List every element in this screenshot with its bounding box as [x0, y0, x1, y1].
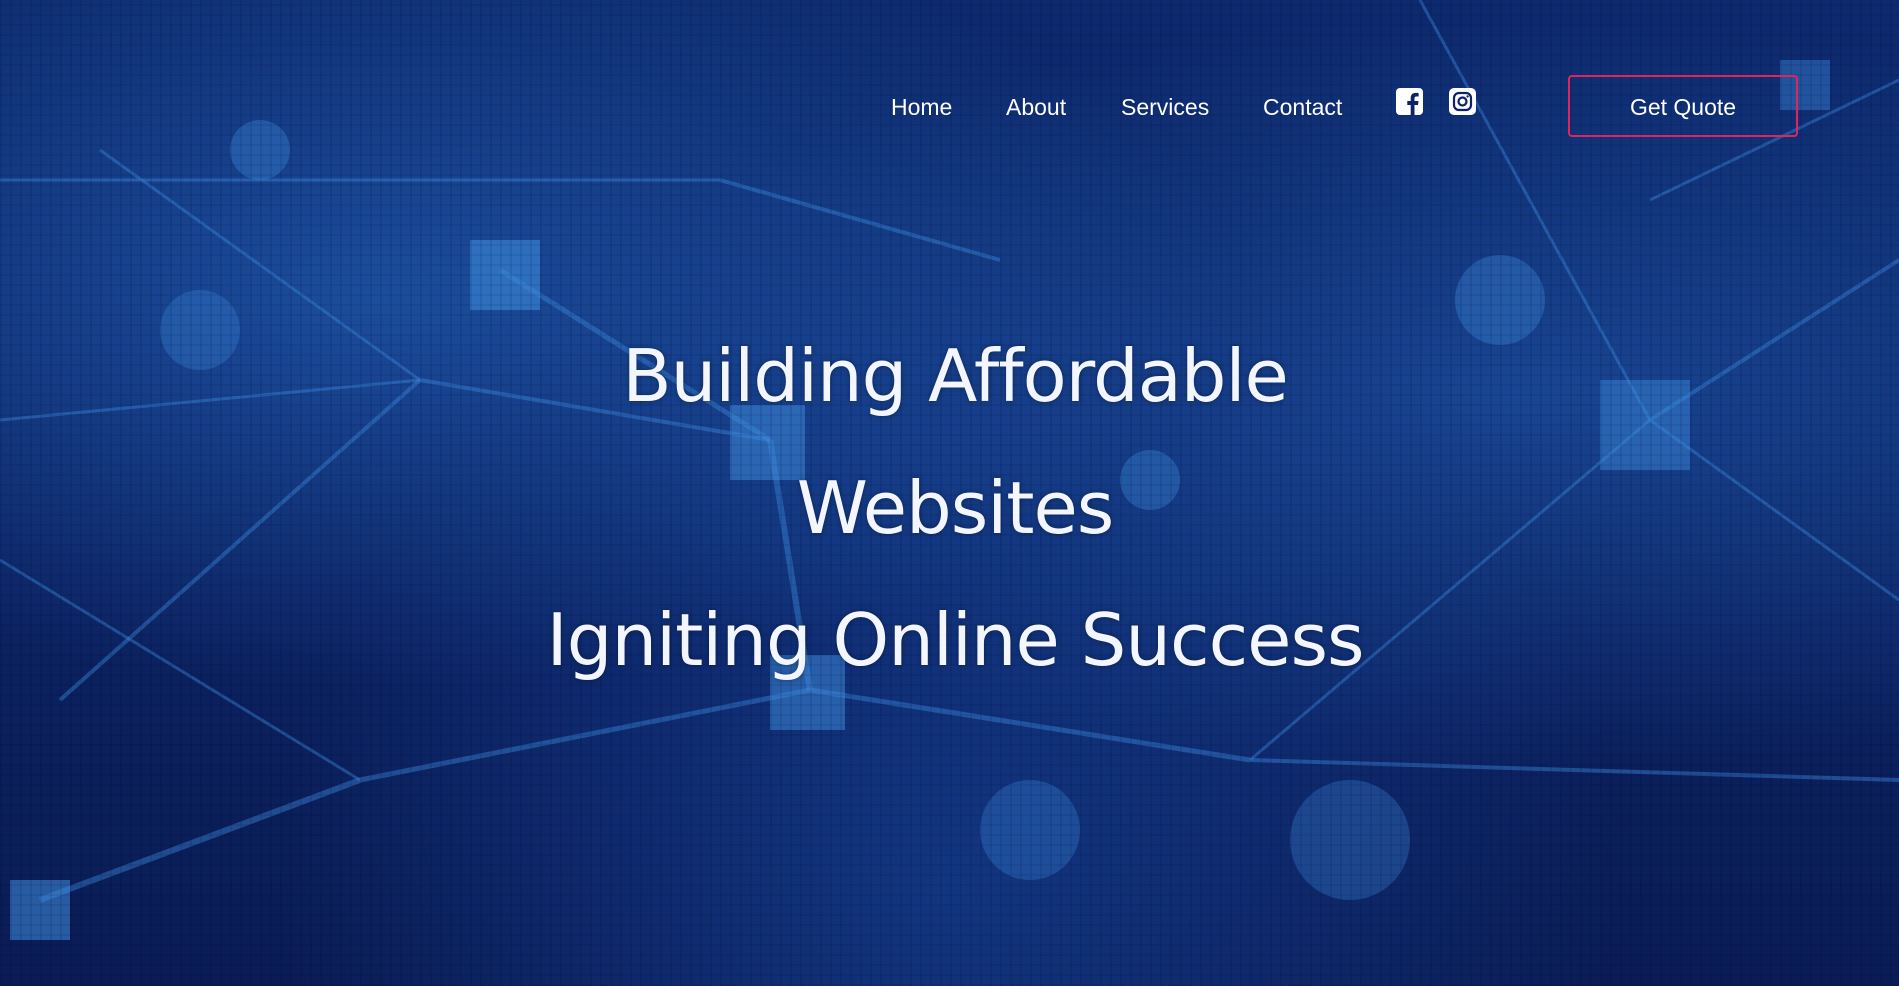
instagram-icon[interactable] [1449, 88, 1476, 115]
nav-link-contact[interactable]: Contact [1263, 93, 1342, 121]
hero-section: Home About Services Contact Get Quote Bu… [0, 0, 1899, 986]
nav-link-home[interactable]: Home [891, 93, 952, 121]
nav-link-services[interactable]: Services [1121, 93, 1209, 121]
nav-link-about[interactable]: About [1006, 93, 1066, 121]
facebook-icon[interactable] [1396, 88, 1423, 115]
main-navigation: Home About Services Contact Get Quote [0, 75, 1899, 139]
headline-line-1: Building Affordable [622, 334, 1289, 418]
hero-headline: Building Affordable Websites Igniting On… [0, 310, 1899, 706]
headline-line-2: Websites [796, 466, 1115, 550]
get-quote-button[interactable]: Get Quote [1568, 75, 1798, 137]
headline-line-3: Igniting Online Success [546, 598, 1365, 682]
